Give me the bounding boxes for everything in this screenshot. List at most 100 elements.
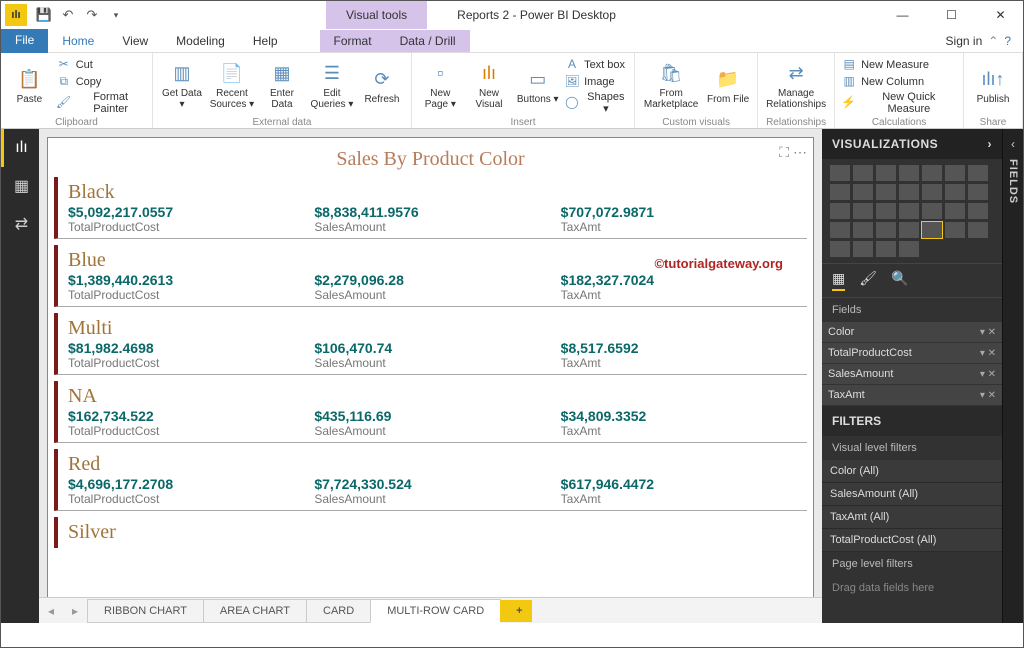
viz-type-icon[interactable] — [922, 165, 942, 181]
viz-type-icon[interactable] — [945, 165, 965, 181]
tab-modeling[interactable]: Modeling — [162, 30, 239, 52]
format-tab-icon[interactable]: 🖌 — [859, 270, 877, 291]
viz-type-icon[interactable] — [968, 165, 988, 181]
tab-nav-next[interactable]: ▸ — [63, 604, 87, 618]
image-button[interactable]: 🖼Image — [564, 74, 628, 90]
viz-type-icon[interactable] — [853, 241, 873, 257]
manage-relationships-button[interactable]: ⇄Manage Relationships — [764, 58, 828, 114]
viz-type-icon[interactable] — [830, 184, 850, 200]
visualizations-header[interactable]: VISUALIZATIONS› — [822, 129, 1002, 159]
tab-nav-prev[interactable]: ◂ — [39, 604, 63, 618]
filter-item[interactable]: SalesAmount (All) — [822, 483, 1002, 506]
minimize-button[interactable]: — — [880, 1, 925, 29]
viz-type-icon[interactable] — [876, 165, 896, 181]
maximize-button[interactable]: ☐ — [929, 1, 974, 29]
filter-item[interactable]: TaxAmt (All) — [822, 506, 1002, 529]
field-well-item[interactable]: TaxAmt▾ ✕ — [822, 385, 1002, 406]
field-well-item[interactable]: SalesAmount▾ ✕ — [822, 364, 1002, 385]
fields-pane-collapsed[interactable]: ‹ FIELDS — [1002, 129, 1023, 623]
viz-type-icon[interactable] — [830, 241, 850, 257]
from-marketplace-button[interactable]: 🛍From Marketplace — [641, 58, 701, 114]
get-data-button[interactable]: ▥Get Data ▾ — [159, 58, 205, 114]
viz-type-icon[interactable] — [899, 203, 919, 219]
viz-type-icon[interactable] — [876, 203, 896, 219]
tab-data-drill[interactable]: Data / Drill — [386, 30, 470, 52]
enter-data-button[interactable]: ▦Enter Data — [259, 58, 305, 114]
viz-type-icon[interactable] — [876, 184, 896, 200]
filter-item[interactable]: TotalProductCost (All) — [822, 529, 1002, 552]
viz-type-icon[interactable] — [853, 222, 873, 238]
viz-type-icon[interactable] — [899, 184, 919, 200]
close-button[interactable]: ✕ — [978, 1, 1023, 29]
new-measure-button[interactable]: ▤New Measure — [841, 57, 957, 73]
new-column-button[interactable]: ▥New Column — [841, 74, 957, 90]
redo-icon[interactable]: ↷ — [81, 4, 103, 26]
drag-hint[interactable]: Drag data fields here — [822, 576, 1002, 600]
buttons-button[interactable]: ▭Buttons ▾ — [515, 58, 560, 114]
page-tab-ribbon-chart[interactable]: RIBBON CHART — [87, 599, 204, 623]
new-visual-button[interactable]: ılıNew Visual — [467, 58, 512, 114]
card-row: Silver — [54, 517, 807, 548]
report-canvas[interactable]: ⛶ ⋯ Sales By Product Color ©tutorialgate… — [39, 129, 822, 623]
tab-help[interactable]: Help — [239, 30, 292, 52]
tab-home[interactable]: Home — [48, 30, 108, 52]
viz-type-icon[interactable] — [876, 222, 896, 238]
viz-type-icon[interactable] — [922, 222, 942, 238]
viz-type-icon[interactable] — [853, 165, 873, 181]
fields-tab-icon[interactable]: ▦ — [832, 270, 845, 291]
textbox-button[interactable]: AText box — [564, 57, 628, 73]
undo-icon[interactable]: ↶ — [57, 4, 79, 26]
qat-dropdown-icon[interactable]: ▾ — [105, 4, 127, 26]
viz-type-icon[interactable] — [853, 184, 873, 200]
field-well-item[interactable]: TotalProductCost▾ ✕ — [822, 343, 1002, 364]
viz-type-icon[interactable] — [899, 222, 919, 238]
analytics-tab-icon[interactable]: 🔍 — [891, 270, 908, 291]
focus-mode-icon[interactable]: ⛶ — [779, 144, 789, 161]
filter-item[interactable]: Color (All) — [822, 460, 1002, 483]
viz-type-icon[interactable] — [830, 203, 850, 219]
tab-view[interactable]: View — [108, 30, 162, 52]
card-category: Black — [68, 181, 807, 204]
page-tab-multi-row-card[interactable]: MULTI-ROW CARD — [370, 599, 501, 623]
viz-type-icon[interactable] — [830, 165, 850, 181]
viz-type-icon[interactable] — [853, 203, 873, 219]
viz-type-icon[interactable] — [922, 203, 942, 219]
recent-sources-button[interactable]: 📄Recent Sources ▾ — [209, 58, 255, 114]
viz-type-icon[interactable] — [945, 222, 965, 238]
new-quick-measure-button[interactable]: ⚡New Quick Measure — [841, 91, 957, 115]
page-tab-area-chart[interactable]: AREA CHART — [203, 599, 307, 623]
tab-format[interactable]: Format — [320, 30, 386, 52]
save-icon[interactable]: 💾 — [33, 4, 55, 26]
rail-model-view[interactable]: ⇄ — [1, 205, 39, 243]
rail-report-view[interactable]: ılı — [1, 129, 39, 167]
format-painter-button[interactable]: 🖌Format Painter — [56, 91, 146, 115]
sign-in-link[interactable]: Sign in⌃? — [934, 30, 1023, 52]
shapes-button[interactable]: ◯Shapes ▾ — [564, 91, 628, 115]
viz-type-icon[interactable] — [945, 203, 965, 219]
paste-button[interactable]: 📋Paste — [7, 58, 52, 114]
rail-data-view[interactable]: ▦ — [1, 167, 39, 205]
edit-queries-button[interactable]: ☰Edit Queries ▾ — [309, 58, 355, 114]
page-tab-card[interactable]: CARD — [306, 599, 371, 623]
viz-type-icon[interactable] — [899, 165, 919, 181]
visualizations-pane: VISUALIZATIONS› ▦ 🖌 🔍 Fields Color▾ ✕Tot… — [822, 129, 1002, 623]
viz-type-icon[interactable] — [968, 203, 988, 219]
multi-row-card-visual[interactable]: ⛶ ⋯ Sales By Product Color ©tutorialgate… — [47, 137, 814, 599]
new-page-button[interactable]: ▫New Page ▾ — [418, 58, 463, 114]
file-tab[interactable]: File — [1, 29, 48, 53]
field-well-item[interactable]: Color▾ ✕ — [822, 322, 1002, 343]
viz-type-icon[interactable] — [922, 184, 942, 200]
from-file-button[interactable]: 📁From File — [705, 58, 751, 114]
viz-type-icon[interactable] — [945, 184, 965, 200]
viz-type-icon[interactable] — [876, 241, 896, 257]
cut-button[interactable]: ✂Cut — [56, 57, 146, 73]
publish-button[interactable]: ılı↑Publish — [970, 58, 1016, 114]
more-options-icon[interactable]: ⋯ — [793, 144, 807, 161]
refresh-button[interactable]: ⟳Refresh — [359, 58, 405, 114]
copy-button[interactable]: ⧉Copy — [56, 74, 146, 90]
page-tab-add[interactable]: + — [500, 600, 532, 622]
viz-type-icon[interactable] — [968, 222, 988, 238]
viz-type-icon[interactable] — [899, 241, 919, 257]
viz-type-icon[interactable] — [830, 222, 850, 238]
viz-type-icon[interactable] — [968, 184, 988, 200]
